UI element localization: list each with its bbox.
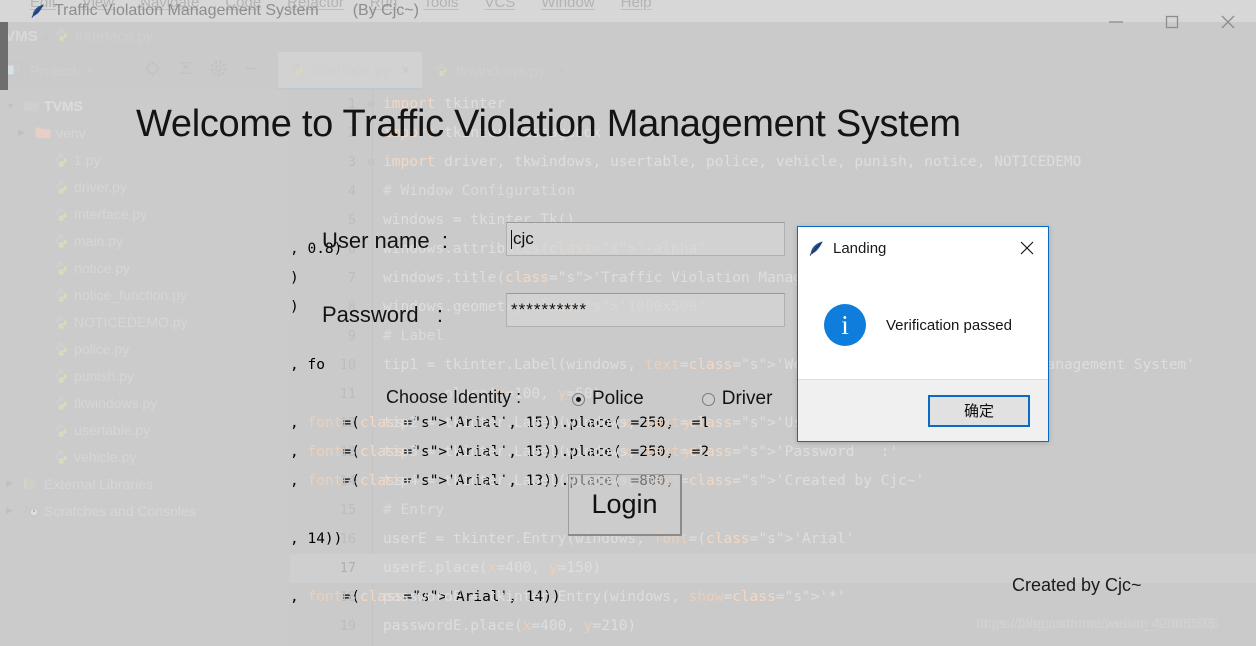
dialog-titlebar: Landing — [798, 227, 1048, 269]
radio-dot-icon — [572, 392, 585, 406]
username-input[interactable]: cjc — [506, 222, 785, 256]
radio-police[interactable]: Police — [572, 388, 644, 410]
radio-driver[interactable]: Driver — [701, 388, 773, 410]
tkapp-titlebar: Traffic Violation Management System (By … — [30, 2, 419, 20]
login-button[interactable]: Login — [568, 474, 682, 536]
feather-icon — [30, 3, 46, 19]
radio-police-label: Police — [592, 388, 644, 409]
text-caret — [511, 229, 512, 249]
username-label: User name : — [322, 228, 448, 253]
dialog-message: Verification passed — [886, 316, 1012, 334]
radio-driver-label: Driver — [721, 388, 773, 409]
identity-radio-group[interactable]: Police Driver — [572, 388, 772, 410]
dialog-ok-button[interactable]: 确定 — [928, 394, 1030, 427]
screen: Edit View Navigate Code Refactor Run Too… — [0, 0, 1256, 646]
dialog-title: Landing — [833, 239, 887, 257]
created-by-label: Created by Cjc~ — [1012, 575, 1142, 595]
welcome-heading: Welcome to Traffic Violation Management … — [136, 103, 961, 145]
feather-icon — [808, 240, 824, 256]
info-icon-glyph: i — [841, 309, 849, 340]
dialog-footer: 确定 — [798, 379, 1048, 441]
dialog-body: i Verification passed — [798, 269, 1048, 381]
tkinter-app-window: Traffic Violation Management System (By … — [0, 0, 1256, 646]
tkapp-title-suffix: (By Cjc~) — [352, 2, 419, 19]
dialog-close-button[interactable] — [1012, 233, 1042, 263]
radio-dot-icon — [701, 392, 715, 406]
info-icon: i — [824, 304, 866, 346]
username-value: cjc — [513, 229, 534, 248]
password-label: Password : — [322, 302, 444, 327]
tkapp-title-text: Traffic Violation Management System — [54, 2, 319, 19]
identity-label: Choose Identity : — [386, 387, 522, 407]
landing-dialog: Landing i Verification passed 确定 — [797, 226, 1049, 442]
password-input[interactable]: ********** — [506, 293, 785, 327]
password-value: ********** — [511, 300, 588, 319]
